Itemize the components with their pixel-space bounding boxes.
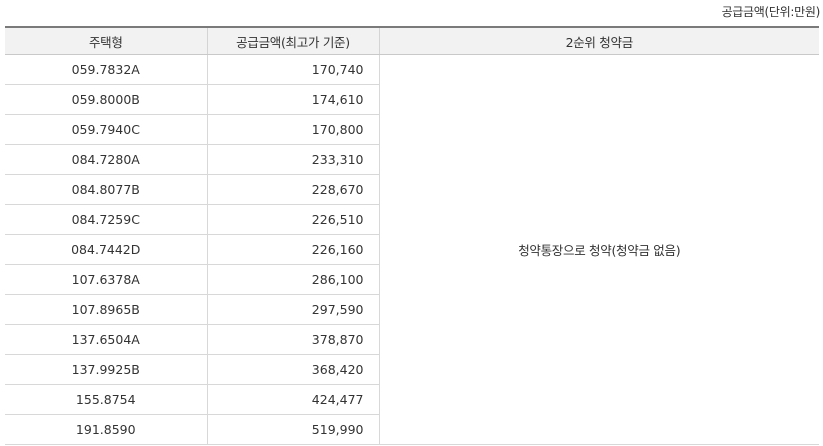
supply-price-cell: 519,990 bbox=[206, 414, 379, 445]
supply-price-cell: 170,740 bbox=[206, 54, 379, 85]
deposit-note-cell: 청약통장으로 청약(청약금 없음) bbox=[378, 54, 819, 445]
unit-note: 공급금액(단위:만원) bbox=[721, 5, 821, 19]
housing-type-cell: 137.9925B bbox=[5, 354, 207, 385]
housing-type-cell: 155.8754 bbox=[5, 384, 207, 415]
housing-type-cell: 084.8077B bbox=[5, 174, 207, 205]
table-header-row: 주택형 공급금액(최고가 기준) 2순위 청약금 bbox=[5, 27, 819, 55]
table-body: 059.7832A 170,740 청약통장으로 청약(청약금 없음) 059.… bbox=[5, 54, 819, 445]
housing-type-cell: 059.7832A bbox=[5, 54, 207, 85]
housing-type-cell: 084.7280A bbox=[5, 144, 207, 175]
housing-type-cell: 107.8965B bbox=[5, 294, 207, 325]
supply-price-table: 주택형 공급금액(최고가 기준) 2순위 청약금 059.7832A 170,7… bbox=[5, 26, 819, 445]
housing-type-cell: 137.6504A bbox=[5, 324, 207, 355]
housing-type-cell: 107.6378A bbox=[5, 264, 207, 295]
housing-type-cell: 059.8000B bbox=[5, 84, 207, 115]
supply-price-cell: 228,670 bbox=[206, 174, 379, 205]
supply-price-cell: 226,160 bbox=[206, 234, 379, 265]
housing-type-cell: 084.7442D bbox=[5, 234, 207, 265]
header-supply-price: 공급금액(최고가 기준) bbox=[206, 27, 379, 55]
housing-type-cell: 191.8590 bbox=[5, 414, 207, 445]
supply-price-cell: 170,800 bbox=[206, 114, 379, 145]
header-second-rank-deposit: 2순위 청약금 bbox=[378, 27, 819, 55]
housing-type-cell: 059.7940C bbox=[5, 114, 207, 145]
supply-price-cell: 233,310 bbox=[206, 144, 379, 175]
supply-price-cell: 297,590 bbox=[206, 294, 379, 325]
supply-price-cell: 378,870 bbox=[206, 324, 379, 355]
supply-price-cell: 368,420 bbox=[206, 354, 379, 385]
supply-price-cell: 286,100 bbox=[206, 264, 379, 295]
housing-type-cell: 084.7259C bbox=[5, 204, 207, 235]
supply-price-cell: 226,510 bbox=[206, 204, 379, 235]
supply-price-cell: 174,610 bbox=[206, 84, 379, 115]
table-row: 059.7832A 170,740 청약통장으로 청약(청약금 없음) bbox=[5, 54, 819, 445]
header-housing-type: 주택형 bbox=[5, 27, 207, 55]
supply-price-cell: 424,477 bbox=[206, 384, 379, 415]
